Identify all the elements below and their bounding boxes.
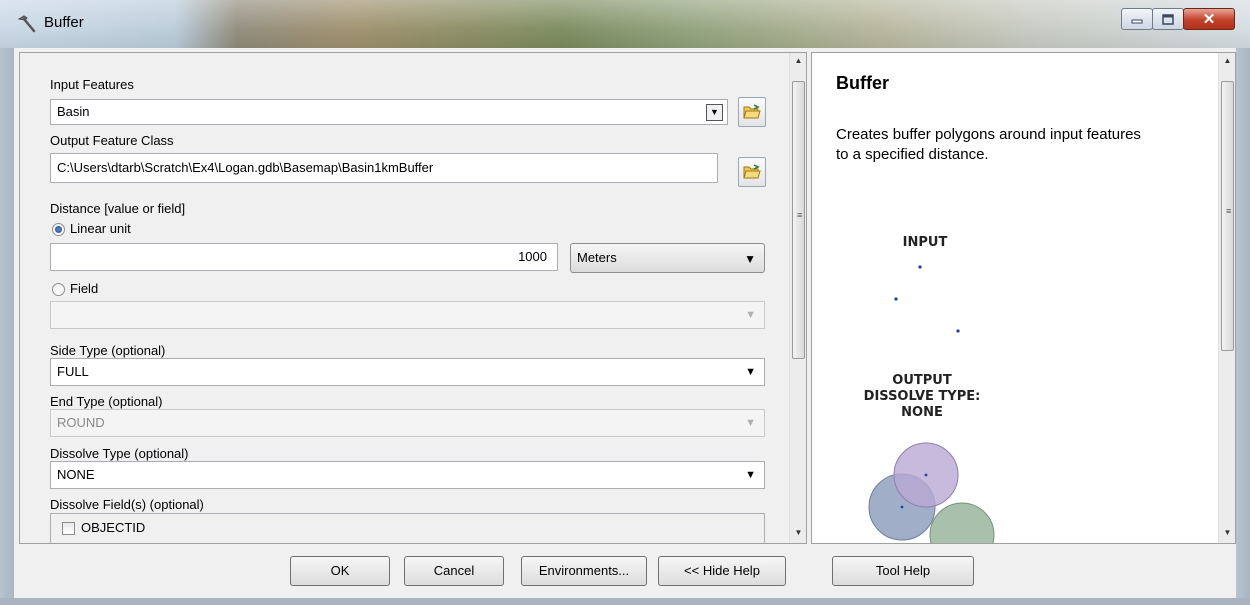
window-title: Buffer — [44, 14, 84, 31]
maximize-icon — [1162, 13, 1174, 25]
hide-help-button[interactable]: << Hide Help — [658, 556, 786, 586]
buffer-center-point — [924, 473, 928, 477]
window-frame-right — [1236, 48, 1250, 605]
input-features-label: Input Features — [50, 77, 134, 92]
diagram-output-line1: OUTPUT — [892, 373, 952, 388]
distance-label: Distance [value or field] — [50, 201, 186, 216]
dissolve-type-label: Dissolve Type (optional) — [50, 446, 189, 461]
chevron-down-icon: ▼ — [710, 107, 719, 117]
grip-icon: ≡ — [1226, 206, 1232, 216]
scroll-down-icon[interactable]: ▼ — [790, 525, 806, 541]
dissolve-type-select[interactable]: NONE ▼ — [50, 461, 765, 489]
environments-button[interactable]: Environments... — [521, 556, 647, 586]
hammer-icon — [17, 15, 36, 33]
input-point — [918, 265, 922, 269]
open-folder-icon — [743, 164, 761, 179]
field-radio[interactable] — [52, 283, 65, 296]
scroll-down-icon[interactable]: ▼ — [1219, 525, 1235, 541]
scroll-up-icon[interactable]: ▲ — [790, 53, 806, 69]
close-icon: ✕ — [1202, 11, 1216, 28]
help-description: Creates buffer polygons around input fea… — [836, 126, 1141, 163]
distance-value: 1000 — [518, 249, 547, 264]
dissolve-fields-label: Dissolve Field(s) (optional) — [50, 497, 204, 512]
linear-unit-radio[interactable] — [52, 223, 65, 236]
distance-value-input[interactable]: 1000 — [50, 243, 558, 271]
cancel-button[interactable]: Cancel — [404, 556, 504, 586]
output-buffers-diagram — [868, 442, 995, 543]
dissolve-field-item-label: OBJECTID — [81, 520, 146, 535]
chevron-down-icon: ▼ — [744, 252, 756, 266]
parameters-scrollbar[interactable]: ▲ ≡ ▼ — [789, 53, 806, 543]
output-feature-class-input[interactable]: C:\Users\dtarb\Scratch\Ex4\Logan.gdb\Bas… — [50, 153, 718, 183]
minimize-button[interactable] — [1121, 8, 1153, 30]
input-point — [956, 329, 960, 333]
objectid-checkbox[interactable] — [62, 522, 75, 535]
scroll-thumb[interactable]: ≡ — [792, 81, 805, 359]
distance-unit-select[interactable]: Meters ▼ — [570, 243, 765, 273]
window-frame-bottom — [0, 598, 1250, 605]
help-pane: Buffer Creates buffer polygons around in… — [811, 52, 1236, 544]
open-folder-icon — [743, 104, 761, 119]
output-feature-class-browse-button[interactable] — [738, 157, 766, 187]
linear-unit-label: Linear unit — [70, 221, 131, 236]
close-button[interactable]: ✕ — [1183, 8, 1235, 30]
input-features-dropdown-button[interactable]: ▼ — [706, 104, 723, 121]
grip-icon: ≡ — [797, 210, 803, 220]
input-features-browse-button[interactable] — [738, 97, 766, 127]
diagram-output-line3: NONE — [901, 405, 943, 420]
input-features-combo[interactable]: Basin ▼ — [50, 99, 728, 125]
distance-unit-value: Meters — [577, 250, 617, 265]
chevron-down-icon: ▼ — [745, 417, 756, 429]
buffer-circle — [929, 502, 995, 543]
side-type-select[interactable]: FULL ▼ — [50, 358, 765, 386]
help-scrollbar[interactable]: ▲ ≡ ▼ — [1218, 53, 1235, 543]
buffer-dialog: Buffer ✕ Input Features Basin ▼ Output F… — [0, 0, 1250, 605]
chevron-down-icon: ▼ — [745, 366, 756, 378]
ok-button[interactable]: OK — [290, 556, 390, 586]
output-feature-class-label: Output Feature Class — [50, 133, 174, 148]
side-type-label: Side Type (optional) — [50, 343, 166, 358]
diagram-input-label: INPUT — [902, 235, 948, 250]
tool-help-button[interactable]: Tool Help — [832, 556, 974, 586]
end-type-select[interactable]: ROUND ▼ — [50, 409, 765, 437]
help-title: Buffer — [836, 73, 889, 93]
dissolve-type-value: NONE — [57, 467, 95, 482]
scroll-thumb[interactable]: ≡ — [1221, 81, 1234, 351]
window-controls: ✕ — [1121, 8, 1235, 30]
dialog-body: Input Features Basin ▼ Output Feature Cl… — [14, 48, 1236, 598]
chevron-down-icon: ▼ — [745, 309, 756, 321]
diagram-output-line2: DISSOLVE TYPE: — [863, 389, 981, 404]
input-features-value: Basin — [57, 104, 90, 119]
dissolve-fields-list: OBJECTID — [50, 513, 765, 543]
input-point — [894, 297, 898, 301]
scroll-up-icon[interactable]: ▲ — [1219, 53, 1235, 69]
input-points-diagram — [894, 265, 960, 333]
parameters-pane: Input Features Basin ▼ Output Feature Cl… — [19, 52, 807, 544]
minimize-icon — [1131, 19, 1143, 24]
chevron-down-icon: ▼ — [745, 469, 756, 481]
end-type-value: ROUND — [57, 415, 105, 430]
diagram-output-label: OUTPUT DISSOLVE TYPE: NONE — [842, 373, 1002, 421]
distance-field-select[interactable]: ▼ — [50, 301, 765, 329]
side-type-value: FULL — [57, 364, 89, 379]
output-feature-class-value: C:\Users\dtarb\Scratch\Ex4\Logan.gdb\Bas… — [57, 160, 434, 175]
buffer-center-point — [900, 505, 904, 509]
end-type-label: End Type (optional) — [50, 394, 163, 409]
title-bar[interactable]: Buffer ✕ — [0, 0, 1250, 48]
window-frame-left — [0, 48, 14, 605]
field-label: Field — [70, 281, 99, 296]
maximize-button[interactable] — [1152, 8, 1184, 30]
